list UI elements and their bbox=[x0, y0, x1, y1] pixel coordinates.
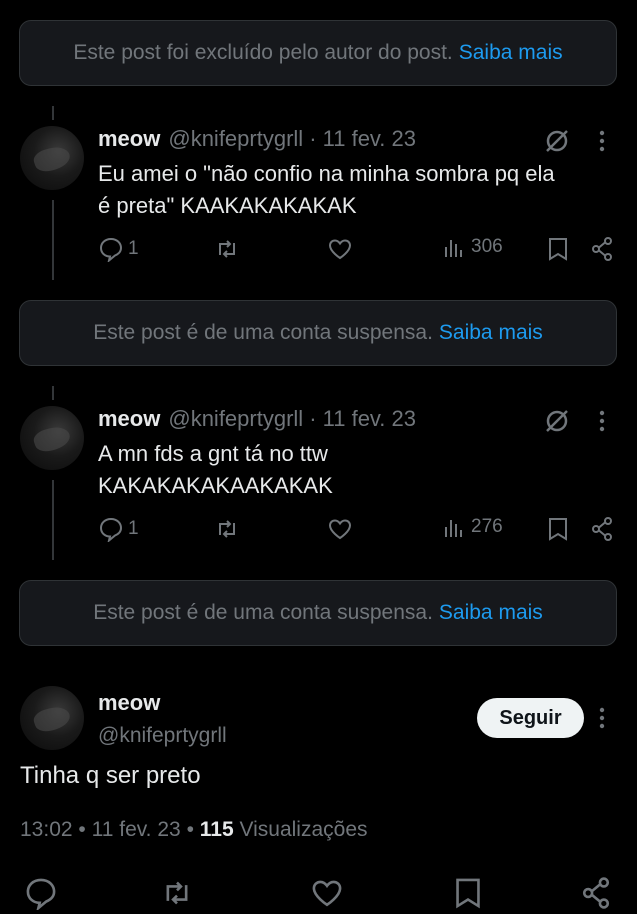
thread-line bbox=[52, 200, 54, 280]
notice-text: Este post é de uma conta suspensa. bbox=[93, 321, 433, 344]
post-date[interactable]: · 11 fev. 23 bbox=[309, 406, 416, 432]
more-icon[interactable] bbox=[599, 707, 605, 729]
thread-line bbox=[52, 386, 54, 400]
repost-icon bbox=[219, 520, 235, 538]
learn-more-link[interactable]: Saiba mais bbox=[439, 601, 543, 625]
author-name[interactable]: meow bbox=[98, 690, 160, 716]
post-text: Eu amei o "não confio na minha sombra pq… bbox=[98, 161, 555, 218]
reply-icon[interactable] bbox=[24, 876, 58, 910]
more-icon[interactable] bbox=[599, 410, 605, 432]
notice-text: Este post é de uma conta suspensa. bbox=[93, 601, 433, 624]
reply-button[interactable]: 1 bbox=[98, 236, 139, 262]
repost-button[interactable] bbox=[214, 236, 240, 262]
share-icon[interactable] bbox=[580, 876, 612, 910]
author-name[interactable]: meow bbox=[98, 406, 160, 432]
author-name[interactable]: meow bbox=[98, 126, 160, 152]
author-handle[interactable]: @knifeprtygrll bbox=[168, 406, 303, 432]
repost-icon[interactable] bbox=[160, 876, 194, 910]
post-date[interactable]: 11 fev. 23 bbox=[92, 818, 181, 841]
share-icon bbox=[592, 517, 612, 541]
bookmark-icon[interactable] bbox=[452, 876, 484, 910]
bookmark-icon bbox=[549, 518, 567, 541]
heart-icon[interactable] bbox=[310, 876, 344, 910]
post-header: meow @knifeprtygrll · 11 fev. 23 bbox=[98, 406, 416, 432]
view-count: 306 bbox=[471, 236, 503, 257]
views-button[interactable]: 276 bbox=[443, 516, 503, 538]
follow-button[interactable]: Seguir bbox=[477, 698, 584, 738]
post-text: A mn fds a gnt tá no ttw KAKAKAKAKAAKAKA… bbox=[98, 441, 333, 498]
thread-line bbox=[52, 480, 54, 560]
author-name-row: meow bbox=[98, 690, 160, 716]
views-count: 115 bbox=[199, 818, 234, 841]
like-button[interactable] bbox=[327, 236, 353, 262]
repost-icon bbox=[219, 240, 235, 258]
more-icon[interactable] bbox=[599, 130, 605, 152]
suspended-account-notice: Este post é de uma conta suspensa. Saiba… bbox=[19, 580, 617, 646]
heart-icon bbox=[328, 519, 352, 540]
bookmark-button[interactable] bbox=[546, 516, 570, 542]
author-handle[interactable]: @knifeprtygrll bbox=[168, 126, 303, 152]
reply-icon bbox=[99, 237, 123, 262]
share-button[interactable] bbox=[590, 516, 614, 542]
views-label: Visualizações bbox=[239, 818, 368, 841]
thread-line bbox=[52, 106, 54, 120]
post-actions: 1 276 bbox=[98, 516, 618, 546]
grok-icon[interactable] bbox=[543, 127, 571, 155]
learn-more-link[interactable]: Saiba mais bbox=[439, 321, 543, 345]
reply-count: 1 bbox=[128, 518, 139, 539]
share-icon bbox=[592, 237, 612, 261]
reply-button[interactable]: 1 bbox=[98, 516, 139, 542]
post-meta: 13:02 • 11 fev. 23 • 115 Visualizações bbox=[20, 818, 368, 841]
view-count: 276 bbox=[471, 516, 503, 537]
reply-count: 1 bbox=[128, 238, 139, 259]
deleted-post-notice: Este post foi excluído pelo autor do pos… bbox=[19, 20, 617, 86]
avatar[interactable] bbox=[20, 126, 84, 190]
reply-icon bbox=[99, 517, 123, 542]
analytics-icon bbox=[445, 240, 462, 257]
bookmark-button[interactable] bbox=[546, 236, 570, 262]
main-post-actions bbox=[0, 870, 637, 914]
analytics-icon bbox=[445, 520, 462, 537]
post-date[interactable]: · 11 fev. 23 bbox=[309, 126, 416, 152]
avatar[interactable] bbox=[20, 406, 84, 470]
post-time[interactable]: 13:02 bbox=[20, 818, 73, 841]
like-button[interactable] bbox=[327, 516, 353, 542]
grok-icon[interactable] bbox=[543, 407, 571, 435]
author-handle-row: @knifeprtygrll bbox=[98, 724, 227, 748]
share-button[interactable] bbox=[590, 236, 614, 262]
bookmark-icon bbox=[549, 238, 567, 261]
post-actions: 1 306 bbox=[98, 236, 618, 266]
repost-button[interactable] bbox=[214, 516, 240, 542]
views-button[interactable]: 306 bbox=[443, 236, 503, 258]
learn-more-link[interactable]: Saiba mais bbox=[459, 41, 563, 65]
main-post-text: Tinha q ser preto bbox=[20, 762, 201, 789]
avatar[interactable] bbox=[20, 686, 84, 750]
author-handle[interactable]: @knifeprtygrll bbox=[98, 724, 227, 748]
post-header: meow @knifeprtygrll · 11 fev. 23 bbox=[98, 126, 416, 152]
notice-text: Este post foi excluído pelo autor do pos… bbox=[73, 41, 453, 64]
suspended-account-notice: Este post é de uma conta suspensa. Saiba… bbox=[19, 300, 617, 366]
heart-icon bbox=[328, 239, 352, 260]
